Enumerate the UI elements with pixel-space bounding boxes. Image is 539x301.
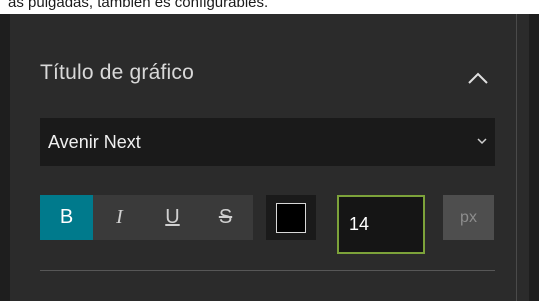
section-title: Título de gráfico [40,61,194,84]
chevron-up-icon [468,72,488,84]
panel-right-border [529,14,539,301]
text-style-group: B I U S [40,195,253,240]
chevron-down-icon [477,138,487,145]
section-divider [40,270,495,271]
collapse-button[interactable] [458,58,498,98]
font-color-picker[interactable] [266,195,316,240]
italic-button[interactable]: I [93,195,146,240]
unit-label: px [443,195,494,240]
font-family-value: Avenir Next [48,131,141,152]
panel-left-border [0,14,10,301]
font-size-input[interactable] [337,195,425,254]
underline-button[interactable]: U [146,195,199,240]
panel-right-divider [516,14,517,301]
top-strip-text: as pulgadas, también es configurables. [8,0,269,11]
chart-title-panel: Título de gráfico Avenir Next B I U S px [0,14,539,301]
color-swatch [276,202,306,233]
strikethrough-button[interactable]: S [199,195,252,240]
bold-button[interactable]: B [40,195,93,240]
font-family-select[interactable]: Avenir Next [40,118,495,166]
